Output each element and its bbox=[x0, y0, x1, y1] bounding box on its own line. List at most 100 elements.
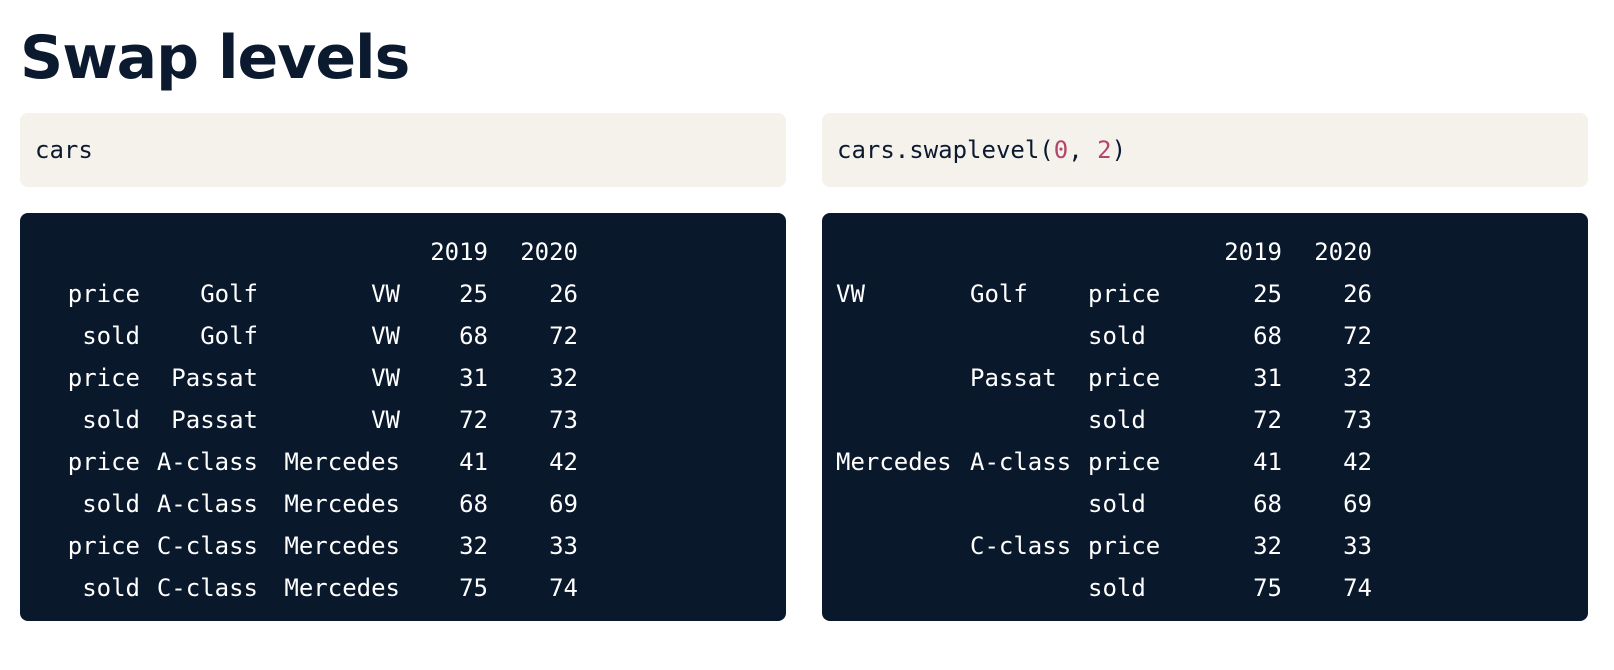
index-level-1: A-class bbox=[156, 490, 258, 518]
table-row: price A-class Mercedes 41 42 bbox=[50, 441, 578, 483]
value-cell: 42 bbox=[1343, 448, 1372, 476]
index-level-0: price bbox=[67, 532, 140, 560]
index-level-0 bbox=[836, 357, 970, 399]
index-level-2: Mercedes bbox=[284, 490, 400, 518]
value-cell: 31 bbox=[1253, 364, 1282, 392]
code-cell-original[interactable]: cars bbox=[20, 113, 786, 187]
index-level-1: Passat bbox=[171, 364, 258, 392]
code-suffix: ) bbox=[1111, 136, 1127, 164]
index-level-0 bbox=[836, 567, 970, 609]
index-level-0: price bbox=[67, 280, 140, 308]
index-level-2: sold bbox=[1088, 574, 1146, 602]
index-level-0 bbox=[836, 483, 970, 525]
index-level-0: sold bbox=[82, 322, 140, 350]
code-arg-first: 0 bbox=[1053, 136, 1069, 164]
index-level-2: Mercedes bbox=[284, 574, 400, 602]
table-row: sold Golf VW 68 72 bbox=[50, 315, 578, 357]
value-cell: 75 bbox=[1253, 574, 1282, 602]
value-cell: 74 bbox=[1343, 574, 1372, 602]
table-row: C-class price 32 33 bbox=[836, 525, 1372, 567]
table-row: VW Golf price 25 26 bbox=[836, 273, 1372, 315]
index-level-1: C-class bbox=[156, 532, 258, 560]
value-cell: 26 bbox=[549, 280, 578, 308]
output-swapped: 2019 2020 VW Golf price 25 26 sold 68 72 Passat pri… bbox=[822, 213, 1588, 621]
column-header: 2019 bbox=[1224, 238, 1282, 266]
code-arg-second: 2 bbox=[1097, 136, 1112, 164]
index-level-1 bbox=[970, 567, 1088, 609]
value-cell: 42 bbox=[549, 448, 578, 476]
index-level-0 bbox=[836, 525, 970, 567]
index-level-1 bbox=[970, 399, 1088, 441]
value-cell: 73 bbox=[1343, 406, 1372, 434]
table-row: sold 68 72 bbox=[836, 315, 1372, 357]
table-row: price C-class Mercedes 32 33 bbox=[50, 525, 578, 567]
page-title: Swap levels bbox=[20, 23, 410, 93]
table-row: sold Passat VW 72 73 bbox=[50, 399, 578, 441]
index-level-1: A-class bbox=[970, 448, 1072, 476]
code-separator: , bbox=[1068, 136, 1098, 164]
index-level-2: price bbox=[1088, 532, 1161, 560]
value-cell: 72 bbox=[459, 406, 488, 434]
value-cell: 41 bbox=[1253, 448, 1282, 476]
index-level-1: C-class bbox=[970, 532, 1072, 560]
value-cell: 72 bbox=[1253, 406, 1282, 434]
index-level-0: VW bbox=[836, 280, 865, 308]
index-level-2: price bbox=[1088, 364, 1161, 392]
value-cell: 69 bbox=[549, 490, 578, 518]
index-level-2: VW bbox=[371, 322, 400, 350]
index-level-2: sold bbox=[1088, 322, 1146, 350]
index-level-1: C-class bbox=[156, 574, 258, 602]
column-header: 2019 bbox=[430, 238, 488, 266]
value-cell: 72 bbox=[549, 322, 578, 350]
value-cell: 33 bbox=[549, 532, 578, 560]
value-cell: 32 bbox=[1253, 532, 1282, 560]
table-row: sold 75 74 bbox=[836, 567, 1372, 609]
value-cell: 32 bbox=[549, 364, 578, 392]
table-row: sold 68 69 bbox=[836, 483, 1372, 525]
value-cell: 32 bbox=[1343, 364, 1372, 392]
code-text: cars bbox=[35, 136, 93, 164]
table-row: sold A-class Mercedes 68 69 bbox=[50, 483, 578, 525]
index-level-2: sold bbox=[1088, 406, 1146, 434]
table-header-row: 2019 2020 bbox=[836, 231, 1372, 273]
value-cell: 68 bbox=[459, 322, 488, 350]
value-cell: 25 bbox=[1253, 280, 1282, 308]
header-index-blank bbox=[970, 231, 1088, 273]
table-row: Mercedes A-class price 41 42 bbox=[836, 441, 1372, 483]
value-cell: 68 bbox=[1253, 322, 1282, 350]
table-header-row: 2019 2020 bbox=[50, 231, 578, 273]
value-cell: 68 bbox=[1253, 490, 1282, 518]
value-cell: 25 bbox=[459, 280, 488, 308]
index-level-1: Golf bbox=[200, 322, 258, 350]
header-index-blank bbox=[258, 231, 400, 273]
table-row: sold 72 73 bbox=[836, 399, 1372, 441]
index-level-1: A-class bbox=[156, 448, 258, 476]
index-level-2: VW bbox=[371, 280, 400, 308]
index-level-2: price bbox=[1088, 448, 1161, 476]
header-index-blank bbox=[1088, 231, 1192, 273]
code-cell-swaplevel[interactable]: cars.swaplevel(0, 2) bbox=[822, 113, 1588, 187]
index-level-0: price bbox=[67, 448, 140, 476]
index-level-0 bbox=[836, 399, 970, 441]
table-row: Passat price 31 32 bbox=[836, 357, 1372, 399]
index-level-1 bbox=[970, 483, 1088, 525]
column-header: 2020 bbox=[520, 238, 578, 266]
index-level-2: sold bbox=[1088, 490, 1146, 518]
output-original: 2019 2020 price Golf VW 25 26 sold Golf VW 68 72 pri… bbox=[20, 213, 786, 621]
header-index-blank bbox=[50, 231, 140, 273]
index-level-2: Mercedes bbox=[284, 532, 400, 560]
index-level-1 bbox=[970, 315, 1088, 357]
dataframe-original: 2019 2020 price Golf VW 25 26 sold Golf VW 68 72 pri… bbox=[50, 231, 578, 609]
index-level-1: Golf bbox=[970, 280, 1028, 308]
table-row: price Golf VW 25 26 bbox=[50, 273, 578, 315]
index-level-0: sold bbox=[82, 574, 140, 602]
index-level-2: VW bbox=[371, 364, 400, 392]
value-cell: 74 bbox=[549, 574, 578, 602]
value-cell: 33 bbox=[1343, 532, 1372, 560]
value-cell: 69 bbox=[1343, 490, 1372, 518]
index-level-2: Mercedes bbox=[284, 448, 400, 476]
value-cell: 72 bbox=[1343, 322, 1372, 350]
column-header: 2020 bbox=[1314, 238, 1372, 266]
header-index-blank bbox=[836, 231, 970, 273]
index-level-1: Passat bbox=[970, 364, 1057, 392]
